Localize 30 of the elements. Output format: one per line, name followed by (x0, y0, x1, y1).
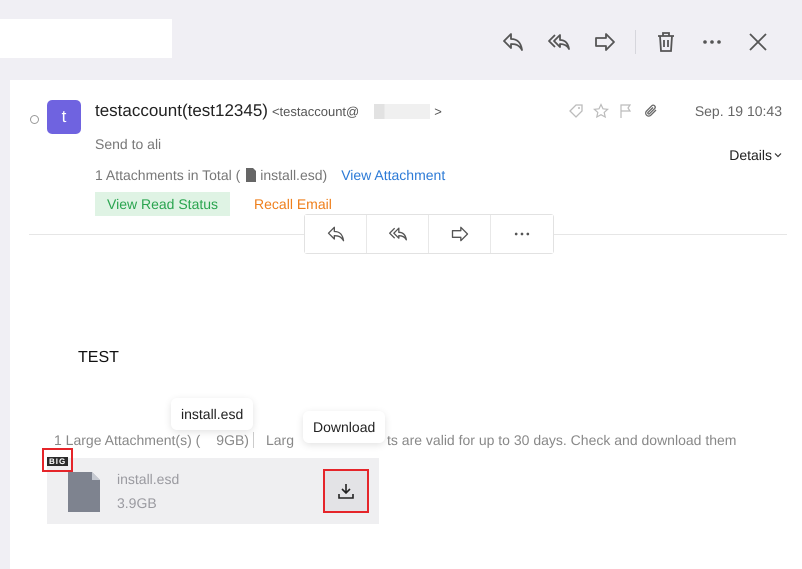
filename-tooltip: install.esd (171, 398, 254, 430)
file-icon (246, 168, 256, 182)
message-body: TEST (78, 349, 119, 367)
recall-link[interactable]: Recall Email (254, 196, 332, 212)
avatar: t (47, 100, 81, 134)
star-icon[interactable] (592, 103, 609, 119)
paperclip-icon[interactable] (642, 103, 659, 119)
sender-name: testaccount(test12345) (95, 101, 268, 121)
notice-text: Larg (266, 432, 294, 448)
attachments-summary: 1 Attachments in Total ( (95, 167, 240, 183)
caret-icon (774, 151, 782, 159)
email-bracket: > (434, 104, 442, 118)
file-icon (68, 472, 100, 512)
view-attachment-link[interactable]: View Attachment (341, 167, 446, 183)
attachment-name: install.esd) (260, 167, 328, 183)
download-button[interactable] (325, 471, 367, 511)
details-toggle[interactable]: Details (729, 146, 782, 164)
download-icon (337, 482, 355, 500)
notice-text: 1 Large Attachment(s) ( (54, 432, 200, 448)
attachment-size: 3.9GB (117, 495, 158, 511)
notice-text: ts are valid for up to 30 days. Check and download them (387, 432, 736, 448)
attachment-name: install.esd (117, 471, 180, 487)
date: Sep. 19 10:43 (694, 103, 782, 119)
reply-icon[interactable] (305, 215, 367, 253)
sender-email: <testaccount@ (272, 104, 360, 118)
notice-text: 9GB) (216, 432, 249, 448)
unread-dot[interactable] (30, 115, 39, 124)
read-status-button[interactable]: View Read Status (95, 192, 230, 216)
recipients: Send to ali (95, 136, 162, 154)
download-tooltip: Download (303, 411, 386, 443)
